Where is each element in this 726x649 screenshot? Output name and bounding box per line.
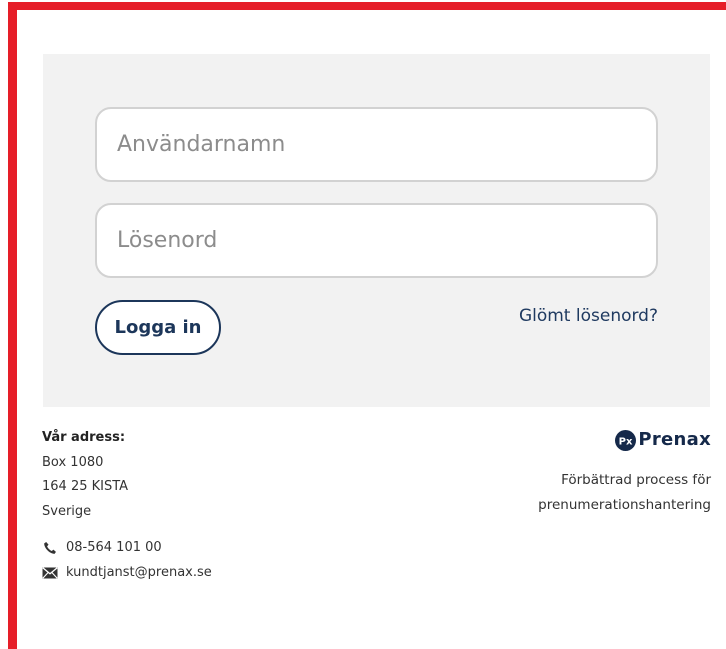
footer-address: Vår adress: Box 1080 164 25 KISTA Sverig…	[42, 426, 128, 524]
footer-contact: 08-564 101 00 kundtjanst@prenax.se	[42, 535, 212, 585]
tagline-line-2: prenumerationshantering	[538, 496, 711, 513]
tagline-line-1: Förbättrad process för	[561, 471, 711, 488]
phone-number: 08-564 101 00	[66, 540, 162, 555]
red-frame-left	[8, 2, 17, 649]
brand-tagline: Förbättrad process för prenumerationshan…	[538, 468, 711, 518]
login-panel: Logga in Glömt lösenord?	[43, 54, 710, 407]
address-line-postal: 164 25 KISTA	[42, 479, 129, 494]
forgot-password-link[interactable]: Glömt lösenord?	[519, 305, 658, 327]
prenax-logo: Px Prenax	[615, 429, 711, 451]
address-heading: Vår adress:	[42, 430, 126, 445]
phone-icon	[42, 541, 58, 555]
mail-icon	[42, 566, 58, 580]
username-input[interactable]	[95, 107, 658, 182]
email-address: kundtjanst@prenax.se	[66, 565, 212, 580]
address-line-country: Sverige	[42, 503, 92, 519]
address-line-street: Box 1080	[42, 454, 104, 470]
logo-mark-text: Px	[619, 436, 633, 447]
password-input[interactable]	[95, 203, 658, 278]
login-button[interactable]: Logga in	[95, 300, 221, 355]
email-row: kundtjanst@prenax.se	[42, 560, 212, 585]
phone-row: 08-564 101 00	[42, 535, 212, 560]
red-frame-top	[8, 2, 726, 10]
brand-name: Prenax	[638, 429, 711, 450]
prenax-logo-icon: Px	[615, 429, 637, 451]
